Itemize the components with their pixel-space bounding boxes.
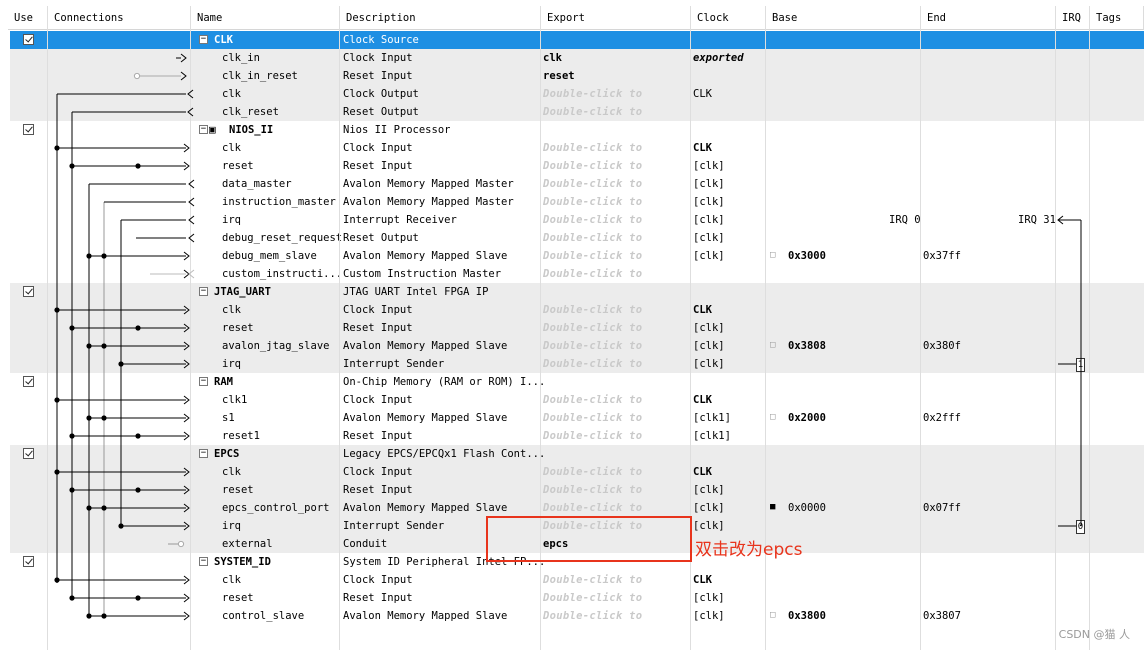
port-arrow (187, 89, 194, 99)
connection-open-dot (177, 540, 185, 548)
connection-dot (135, 325, 141, 331)
connection-dot (54, 469, 60, 475)
connection-dot (101, 613, 107, 619)
port-arrow (180, 71, 187, 81)
connection-dot (135, 595, 141, 601)
connection-dot (101, 505, 107, 511)
port-arrow (188, 215, 195, 225)
connection-dot (54, 307, 60, 313)
connection-dot (69, 487, 75, 493)
connection-dot (86, 343, 92, 349)
connection-dot (54, 145, 60, 151)
connection-dot (101, 415, 107, 421)
connection-dot (69, 325, 75, 331)
port-arrow (180, 53, 187, 63)
system-contents-table: Use Connections Name Description Export Clock… (0, 0, 1144, 650)
connection-dot (86, 253, 92, 259)
port-arrow (188, 233, 195, 243)
connection-dot (118, 361, 124, 367)
connection-dot (135, 163, 141, 169)
annotation-highlight-box (486, 516, 692, 562)
connection-dot (69, 433, 75, 439)
connection-open-dot (133, 72, 141, 80)
connection-dot (69, 595, 75, 601)
annotation-text: 双击改为epcs (695, 540, 803, 560)
port-arrow (188, 197, 195, 207)
connection-dot (101, 343, 107, 349)
connection-dot (86, 613, 92, 619)
port-arrow (187, 107, 194, 117)
connection-dot (135, 433, 141, 439)
connection-dot (118, 523, 124, 529)
connection-dot (101, 253, 107, 259)
port-arrow (188, 269, 195, 279)
connection-dot (86, 505, 92, 511)
connection-dot (54, 577, 60, 583)
port-arrow (188, 179, 195, 189)
connection-dot (135, 487, 141, 493)
connection-dot (69, 163, 75, 169)
connection-dot (86, 415, 92, 421)
watermark: CSDN @猫 人 (1058, 628, 1130, 641)
connection-dot (54, 397, 60, 403)
